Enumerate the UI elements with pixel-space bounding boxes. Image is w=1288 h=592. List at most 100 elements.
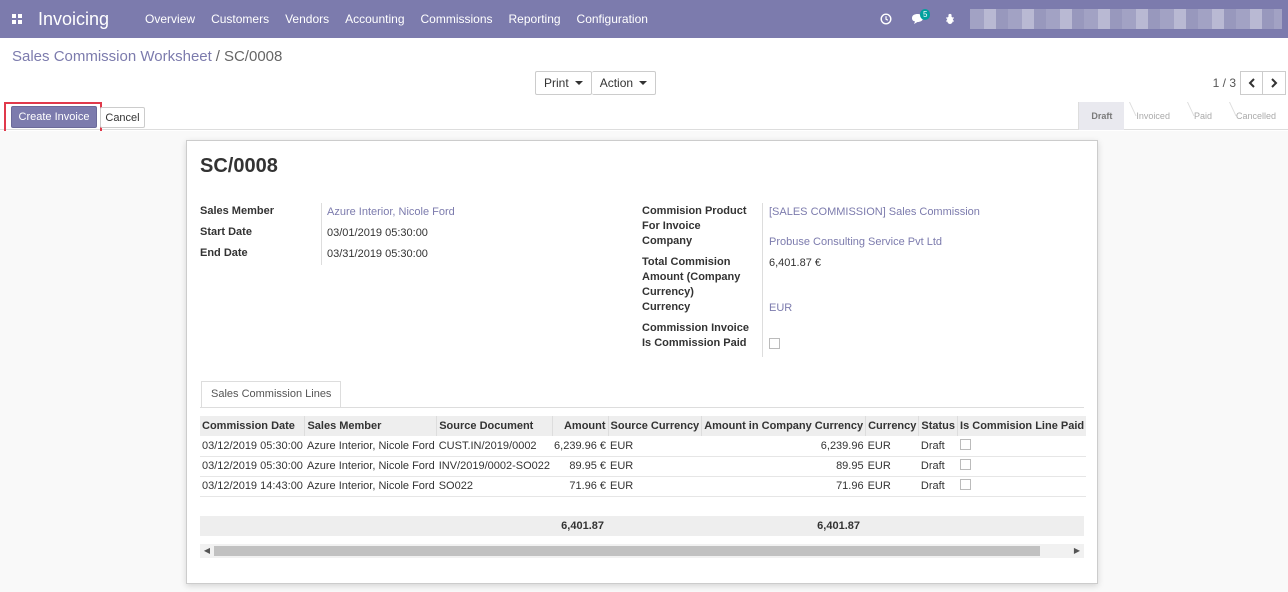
main-menu: Overview Customers Vendors Accounting Co… bbox=[137, 0, 656, 38]
chevron-left-icon bbox=[1248, 78, 1255, 88]
cell-source-document: CUST.IN/2019/0002 bbox=[436, 436, 553, 457]
menu-item-reporting[interactable]: Reporting bbox=[501, 0, 569, 38]
record-title: SC/0008 bbox=[200, 155, 278, 177]
end-date-label: End Date bbox=[200, 247, 248, 259]
messages-chat-icon[interactable]: 5 bbox=[902, 0, 934, 38]
end-date-value[interactable]: 03/31/2019 05:30:00 bbox=[327, 247, 428, 267]
activity-clock-icon[interactable] bbox=[870, 0, 902, 38]
col-status[interactable]: Status bbox=[918, 416, 959, 436]
cell-source-document: INV/2019/0002-SO022 bbox=[436, 456, 553, 477]
total-amount-value: 6,401.87 € bbox=[769, 257, 821, 269]
menu-item-customers[interactable]: Customers bbox=[203, 0, 277, 38]
breadcrumb-current: SC/0008 bbox=[223, 48, 283, 65]
tab-sales-commission-lines[interactable]: Sales Commission Lines bbox=[201, 381, 342, 408]
menu-item-configuration[interactable]: Configuration bbox=[569, 0, 656, 38]
cell-source-currency: EUR bbox=[608, 436, 702, 457]
commission-product-label-2: For Invoice bbox=[642, 220, 701, 232]
cell-status: Draft bbox=[918, 456, 958, 477]
action-dropdown-button[interactable]: Action bbox=[591, 71, 657, 95]
cell-sales-member: Azure Interior, Nicole Ford bbox=[304, 436, 437, 457]
user-menu-avatar[interactable] bbox=[970, 9, 1282, 29]
cell-amount-company: 89.95 bbox=[701, 456, 866, 477]
currency-label: Currency bbox=[642, 301, 691, 313]
cell-amount: 89.95 € bbox=[552, 456, 609, 477]
toolbar-dropdowns: Print Action bbox=[535, 71, 657, 95]
chevron-right-icon bbox=[1271, 78, 1278, 88]
col-commission-date[interactable]: Commission Date bbox=[200, 416, 306, 436]
cell-source-currency: EUR bbox=[608, 476, 702, 497]
table-row[interactable]: 03/12/2019 05:30:00 Azure Interior, Nico… bbox=[200, 436, 1087, 457]
cell-commission-date: 03/12/2019 05:30:00 bbox=[200, 456, 305, 477]
create-invoice-button[interactable]: Create Invoice bbox=[11, 106, 97, 128]
col-amount[interactable]: Amount bbox=[552, 416, 609, 436]
breadcrumb-parent-link[interactable]: Sales Commission Worksheet bbox=[12, 48, 212, 65]
col-source-currency[interactable]: Source Currency bbox=[608, 416, 703, 436]
line-paid-checkbox[interactable] bbox=[959, 479, 971, 490]
col-is-line-paid[interactable]: Is Commision Line Paid bbox=[957, 416, 1087, 436]
cell-is-paid bbox=[957, 476, 1087, 497]
form-sheet: SC/0008 Sales Member Azure Interior, Nic… bbox=[186, 140, 1098, 584]
scroll-right-arrow-icon[interactable]: ▶ bbox=[1072, 546, 1082, 556]
cell-amount: 71.96 € bbox=[552, 476, 609, 497]
stage-paid[interactable]: Paid bbox=[1182, 102, 1224, 130]
table-row[interactable]: 03/12/2019 05:30:00 Azure Interior, Nico… bbox=[200, 456, 1087, 477]
commission-lines-table: Commission Date Sales Member Source Docu… bbox=[200, 416, 1087, 497]
pager-next-button[interactable] bbox=[1263, 71, 1286, 95]
caret-down-icon bbox=[574, 81, 583, 85]
col-source-document[interactable]: Source Document bbox=[436, 416, 553, 436]
total-company-amount: 6,401.87 bbox=[817, 520, 860, 532]
tab-divider bbox=[200, 407, 1084, 408]
cell-amount: 6,239.96 € bbox=[552, 436, 609, 457]
cell-commission-date: 03/12/2019 14:43:00 bbox=[200, 476, 305, 497]
pager-value[interactable]: 1 / 3 bbox=[1213, 76, 1236, 90]
print-dropdown-button[interactable]: Print bbox=[535, 71, 592, 95]
menu-item-vendors[interactable]: Vendors bbox=[277, 0, 337, 38]
cell-is-paid bbox=[957, 456, 1087, 477]
menu-item-accounting[interactable]: Accounting bbox=[337, 0, 412, 38]
total-amount-label-2: Amount (Company bbox=[642, 271, 741, 283]
caret-down-icon bbox=[639, 81, 648, 85]
commission-product-label: Commision Product bbox=[642, 205, 747, 217]
menu-item-overview[interactable]: Overview bbox=[137, 0, 203, 38]
col-currency[interactable]: Currency bbox=[865, 416, 920, 436]
messages-badge: 5 bbox=[920, 9, 931, 20]
cell-currency: EUR bbox=[865, 456, 919, 477]
stage-draft[interactable]: Draft bbox=[1078, 102, 1125, 130]
navbar-systray: 5 bbox=[870, 0, 1288, 38]
col-amount-company-currency[interactable]: Amount in Company Currency bbox=[701, 416, 867, 436]
table-row[interactable]: 03/12/2019 14:43:00 Azure Interior, Nico… bbox=[200, 476, 1087, 497]
cell-amount-company: 6,239.96 bbox=[701, 436, 866, 457]
line-paid-checkbox[interactable] bbox=[959, 459, 971, 470]
cell-status: Draft bbox=[918, 476, 958, 497]
scrollbar-thumb[interactable] bbox=[214, 546, 1040, 556]
cancel-button[interactable]: Cancel bbox=[100, 107, 145, 128]
record-pager: 1 / 3 bbox=[1213, 71, 1286, 95]
sales-member-label: Sales Member bbox=[200, 205, 274, 217]
app-title[interactable]: Invoicing bbox=[38, 9, 109, 30]
pager-previous-button[interactable] bbox=[1240, 71, 1263, 95]
is-commission-paid-checkbox[interactable] bbox=[769, 338, 780, 349]
stage-cancelled[interactable]: Cancelled bbox=[1224, 102, 1288, 130]
start-date-label: Start Date bbox=[200, 226, 252, 238]
stage-invoiced[interactable]: Invoiced bbox=[1124, 102, 1182, 130]
total-amount-label-3: Currency) bbox=[642, 286, 694, 298]
right-field-group: Commision Product For Invoice [SALES COM… bbox=[642, 204, 1082, 404]
company-value[interactable]: Probuse Consulting Service Pvt Ltd bbox=[769, 235, 942, 250]
debug-bug-icon[interactable] bbox=[934, 0, 966, 38]
menu-item-commissions[interactable]: Commissions bbox=[413, 0, 501, 38]
start-date-value[interactable]: 03/01/2019 05:30:00 bbox=[327, 226, 428, 246]
commission-product-value[interactable]: [SALES COMMISSION] Sales Commission bbox=[769, 205, 980, 220]
apps-grid-icon bbox=[12, 14, 22, 24]
sales-member-value[interactable]: Azure Interior, Nicole Ford bbox=[327, 205, 455, 225]
status-stages: Draft Invoiced Paid Cancelled bbox=[1078, 102, 1288, 130]
currency-value[interactable]: EUR bbox=[769, 301, 792, 316]
horizontal-scrollbar[interactable]: ◀ ▶ bbox=[200, 544, 1084, 558]
apps-menu-button[interactable] bbox=[0, 0, 26, 38]
breadcrumb: Sales Commission Worksheet / SC/0008 bbox=[12, 48, 283, 65]
cell-is-paid bbox=[957, 436, 1087, 457]
col-sales-member[interactable]: Sales Member bbox=[304, 416, 438, 436]
line-paid-checkbox[interactable] bbox=[959, 438, 971, 450]
cell-commission-date: 03/12/2019 05:30:00 bbox=[200, 436, 305, 457]
scroll-left-arrow-icon[interactable]: ◀ bbox=[202, 546, 212, 556]
top-navbar: Invoicing Overview Customers Vendors Acc… bbox=[0, 0, 1288, 38]
